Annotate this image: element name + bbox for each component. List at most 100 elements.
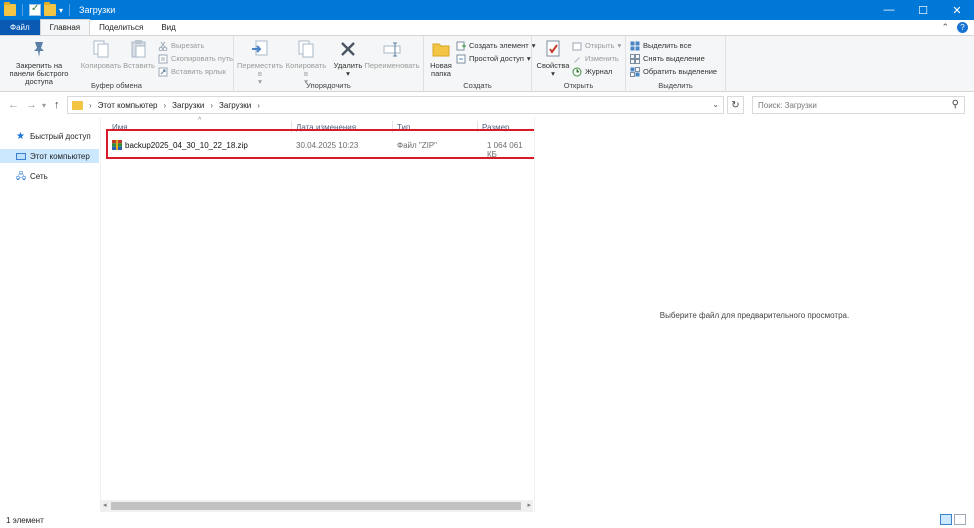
tab-file[interactable]: Файл: [0, 20, 40, 35]
scroll-right-icon[interactable]: ▸: [527, 501, 531, 509]
details-view-icon[interactable]: [940, 514, 952, 525]
view-switcher: [940, 514, 966, 525]
refresh-icon: ↻: [731, 99, 740, 111]
toolbar-divider: [69, 4, 71, 16]
cut-button[interactable]: Вырезать: [158, 40, 204, 51]
network-icon: 🖧: [16, 170, 27, 181]
properties-icon[interactable]: [29, 3, 41, 16]
select-none-button[interactable]: Снять выделение: [630, 53, 705, 64]
chevron-down-icon[interactable]: ▾: [59, 6, 63, 15]
address-bar-row: ← → ▾ ↑ › Этот компьютер › Загрузки › За…: [0, 93, 974, 117]
open-button[interactable]: Открыть ▾: [572, 40, 621, 51]
copy-to-button[interactable]: Копировать в ▾: [284, 39, 328, 86]
copy-path-icon: [158, 54, 168, 64]
tab-home[interactable]: Главная: [39, 19, 91, 35]
invert-selection-icon: [630, 66, 640, 77]
chevron-right-icon[interactable]: ›: [257, 101, 260, 110]
scroll-left-icon[interactable]: ◂: [103, 501, 107, 509]
nav-quick-access[interactable]: ★ Быстрый доступ: [0, 129, 99, 143]
chevron-right-icon[interactable]: ›: [164, 101, 167, 110]
edit-icon: [572, 54, 582, 64]
easy-access-button[interactable]: Простой доступ ▾: [456, 53, 531, 64]
quick-access-toolbar: ▾: [0, 0, 73, 20]
window-title: Загрузки: [79, 5, 116, 15]
paste-button[interactable]: Вставить: [122, 39, 156, 70]
address-bar[interactable]: › Этот компьютер › Загрузки › Загрузки ›…: [67, 96, 724, 114]
maximize-button[interactable]: ☐: [906, 0, 940, 20]
search-input[interactable]: Поиск: Загрузки ⚲: [752, 96, 965, 114]
toolbar-divider: [22, 4, 23, 16]
invert-selection-button[interactable]: Обратить выделение: [630, 66, 717, 77]
new-folder-button[interactable]: Новая папка: [426, 39, 456, 78]
chevron-right-icon[interactable]: ›: [210, 101, 213, 110]
horizontal-scrollbar[interactable]: ◂ ▸: [101, 500, 533, 512]
breadcrumb-downloads-sub[interactable]: Загрузки: [219, 101, 251, 110]
folder-icon: [431, 39, 451, 59]
scissors-icon: [158, 41, 168, 51]
tab-view[interactable]: Вид: [152, 20, 184, 35]
clipboard-group: Закрепить на панели быстрого доступа Коп…: [0, 36, 234, 92]
new-item-icon: [456, 41, 466, 51]
select-all-button[interactable]: Выделить все: [630, 40, 692, 51]
search-icon: ⚲: [951, 99, 959, 110]
move-to-button[interactable]: Переместить в ▾: [237, 39, 283, 86]
properties-icon: [543, 39, 563, 59]
organize-group: Переместить в ▾ Копировать в ▾ Удалить ▾…: [234, 36, 424, 92]
new-group: Новая папка Создать элемент ▾ Простой дос…: [424, 36, 535, 92]
paste-icon: [129, 39, 149, 59]
preview-pane: Выберите файл для предварительного просм…: [534, 117, 974, 512]
ribbon-tabs: Файл Главная Поделиться Вид ⌃ ?: [0, 19, 974, 35]
forward-arrow-icon[interactable]: →: [26, 99, 37, 111]
paste-shortcut-button[interactable]: Вставить ярлык: [158, 66, 226, 77]
refresh-button[interactable]: ↻: [727, 96, 744, 114]
delete-button[interactable]: Удалить ▾: [332, 39, 364, 78]
easy-access-icon: [456, 54, 466, 64]
tab-share[interactable]: Поделиться: [90, 20, 152, 35]
help-icon[interactable]: ?: [957, 22, 968, 33]
select-group: Выделить все Снять выделение Обратить вы…: [626, 36, 726, 92]
window-controls: — ☐ ✕: [872, 0, 974, 20]
ribbon: Закрепить на панели быстрого доступа Коп…: [0, 35, 974, 92]
recent-locations-icon[interactable]: ▾: [42, 101, 46, 110]
copy-button[interactable]: Копировать: [80, 39, 122, 70]
folder-icon: [4, 2, 16, 16]
edit-button[interactable]: Изменить: [572, 53, 619, 64]
collapse-ribbon-icon[interactable]: ⌃: [941, 22, 949, 33]
rename-button[interactable]: Переименовать: [364, 39, 420, 70]
preview-message: Выберите файл для предварительного просм…: [659, 311, 850, 320]
select-group-label: Выделить: [658, 81, 693, 90]
status-bar: 1 элемент: [0, 512, 974, 528]
pin-icon: [29, 39, 49, 59]
navigation-pane: ★ Быстрый доступ Этот компьютер 🖧 Сеть: [0, 117, 100, 512]
nav-network[interactable]: 🖧 Сеть: [0, 169, 99, 183]
properties-button[interactable]: Свойства ▾: [536, 39, 570, 78]
breadcrumb-downloads[interactable]: Загрузки: [172, 101, 204, 110]
pin-quick-access-button[interactable]: Закрепить на панели быстрого доступа: [4, 39, 74, 86]
select-none-icon: [630, 53, 640, 64]
move-to-icon: [250, 39, 270, 59]
sort-ascending-icon: ^: [198, 117, 202, 124]
breadcrumb-this-pc[interactable]: Этот компьютер: [98, 101, 158, 110]
history-button[interactable]: Журнал: [572, 66, 612, 77]
copy-path-button[interactable]: Скопировать путь: [158, 53, 233, 64]
chevron-down-icon[interactable]: ⌄: [712, 100, 719, 109]
back-arrow-icon[interactable]: ←: [8, 99, 19, 111]
close-button[interactable]: ✕: [940, 0, 974, 20]
item-count: 1 элемент: [6, 516, 44, 525]
new-folder-icon[interactable]: [44, 2, 56, 16]
organize-group-label: Упорядочить: [306, 81, 351, 90]
nav-this-pc[interactable]: Этот компьютер: [0, 149, 99, 163]
new-item-button[interactable]: Создать элемент ▾: [456, 40, 535, 51]
chevron-right-icon[interactable]: ›: [89, 101, 92, 110]
folder-icon: [72, 100, 83, 110]
ribbon-controls: ⌃ ?: [941, 22, 968, 33]
large-icons-view-icon[interactable]: [954, 514, 966, 525]
minimize-button[interactable]: —: [872, 0, 906, 20]
open-group-label: Открыть: [563, 81, 594, 90]
copy-icon: [91, 39, 111, 59]
up-arrow-icon[interactable]: ↑: [54, 99, 60, 111]
history-icon: [572, 67, 582, 77]
new-group-label: Создать: [463, 81, 492, 90]
rename-icon: [382, 39, 402, 59]
scrollbar-thumb[interactable]: [111, 502, 521, 510]
